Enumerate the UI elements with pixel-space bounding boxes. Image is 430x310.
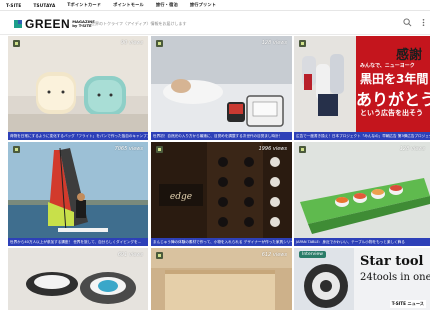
category-badge-icon: [13, 146, 20, 153]
product-subtitle: 24tools in one: [360, 272, 430, 283]
product-title: Star tool: [360, 254, 424, 269]
article-card-tile-5[interactable]: edge 1996 views まんじゅう陣の体験の素材で作って、小物を入れられ…: [151, 142, 292, 246]
view-count: 612 views: [261, 252, 287, 258]
article-caption[interactable]: JAPAN TABLE：身近でかわいい、テーブル小物をもっと楽しく飾る: [294, 238, 430, 246]
nav-tsite[interactable]: T-SITE: [6, 3, 21, 8]
nav-point-mall[interactable]: ポイントモール: [113, 2, 144, 8]
article-image: edge: [151, 142, 292, 246]
view-count: 90 views: [120, 40, 143, 46]
ad-line: ありがとう: [356, 90, 430, 109]
ad-line: みんなで、ニューヨーク: [360, 63, 415, 69]
view-count: 691 views: [117, 252, 143, 258]
site-tagline: 世界のトクライフ〈アイディア〉情報をお届けします: [91, 21, 187, 26]
svg-text:edge: edge: [170, 192, 192, 202]
article-image: [8, 36, 148, 140]
category-badge-icon: [156, 40, 163, 47]
search-icon[interactable]: [402, 18, 412, 28]
view-count: 128 views: [399, 146, 425, 152]
article-card-tile-3[interactable]: 感謝 みんなで、ニューヨーク 黒田を3年間 ありがとう という広告を出そう 広告…: [294, 36, 430, 140]
category-badge-icon: [299, 146, 306, 153]
category-badge-icon: [299, 40, 306, 47]
article-card-tile-1[interactable]: 90 views 荷物を日常にするように変化するバッグ「フライト」をパンで作った…: [8, 36, 148, 140]
article-caption[interactable]: 世界から40万人以上が参加する講座！ 世界を旅して、自分らしくダイビングを…: [8, 238, 148, 246]
more-vertical-icon[interactable]: [418, 18, 428, 28]
nav-tpoint-card[interactable]: Tポイントカード: [67, 2, 101, 8]
view-count: 1996 views: [258, 146, 287, 152]
view-count: 7065 views: [114, 146, 143, 152]
article-card-tile-9[interactable]: Interview Star tool 24tools in one T-SIT…: [294, 248, 430, 310]
ad-line: という広告を出そう: [360, 109, 423, 117]
article-image: [151, 36, 292, 140]
nav-travel[interactable]: 旅行・宿泊: [156, 2, 178, 8]
logo-icon: [14, 20, 22, 28]
article-card-tile-6[interactable]: 128 views JAPAN TABLE：身近でかわいい、テーブル小物をもっと…: [294, 142, 430, 246]
article-card-tile-4[interactable]: 7065 views 世界から40万人以上が参加する講座！ 世界を旅して、自分ら…: [8, 142, 148, 246]
article-image: [8, 142, 148, 246]
nav-photo-print[interactable]: 旅行プリント: [190, 2, 216, 8]
interview-tag: Interview: [299, 251, 326, 258]
article-caption[interactable]: 荷物を日常にするように変化するバッグ「フライト」をパンで作った独自のキャンプアイ…: [8, 132, 148, 140]
tsite-news-label[interactable]: T-SITE ニュース: [389, 300, 426, 308]
logo-word: GREEN: [25, 17, 71, 31]
article-caption[interactable]: 広告で一度書き換え！日本プロジェクト「みんなの」早朝広告 第3弾広告プロジェクト: [294, 132, 430, 140]
article-image: [294, 142, 430, 246]
top-navigation: T-SITE TSUTAYA Tポイントカード ポイントモール 旅行・宿泊 旅行…: [0, 0, 430, 11]
article-caption[interactable]: 世界初！自然光の入り方から最適に、目覚めを調整する次世代の目覚まし時計！: [151, 132, 292, 140]
article-caption[interactable]: まんじゅう陣の体験の素材で作って、小物を入れられる デザイナーが作った家具シリー…: [151, 238, 292, 246]
ad-line: 黒田を3年間: [360, 72, 429, 86]
article-card-tile-8[interactable]: 612 views: [151, 248, 292, 310]
site-logo[interactable]: GREEN MAGAZINE by T-SITE: [14, 17, 95, 31]
article-card-tile-7[interactable]: 691 views: [8, 248, 148, 310]
category-badge-icon: [13, 40, 20, 47]
category-badge-icon: [156, 146, 163, 153]
article-card-tile-2[interactable]: 128 views 世界初！自然光の入り方から最適に、目覚めを調整する次世代の目…: [151, 36, 292, 140]
category-badge-icon: [156, 252, 163, 259]
nav-tsutaya[interactable]: TSUTAYA: [33, 3, 55, 8]
view-count: 128 views: [261, 40, 287, 46]
site-header: GREEN MAGAZINE by T-SITE 世界のトクライフ〈アイディア〉…: [0, 11, 430, 35]
ad-headline: 感謝: [396, 48, 423, 63]
